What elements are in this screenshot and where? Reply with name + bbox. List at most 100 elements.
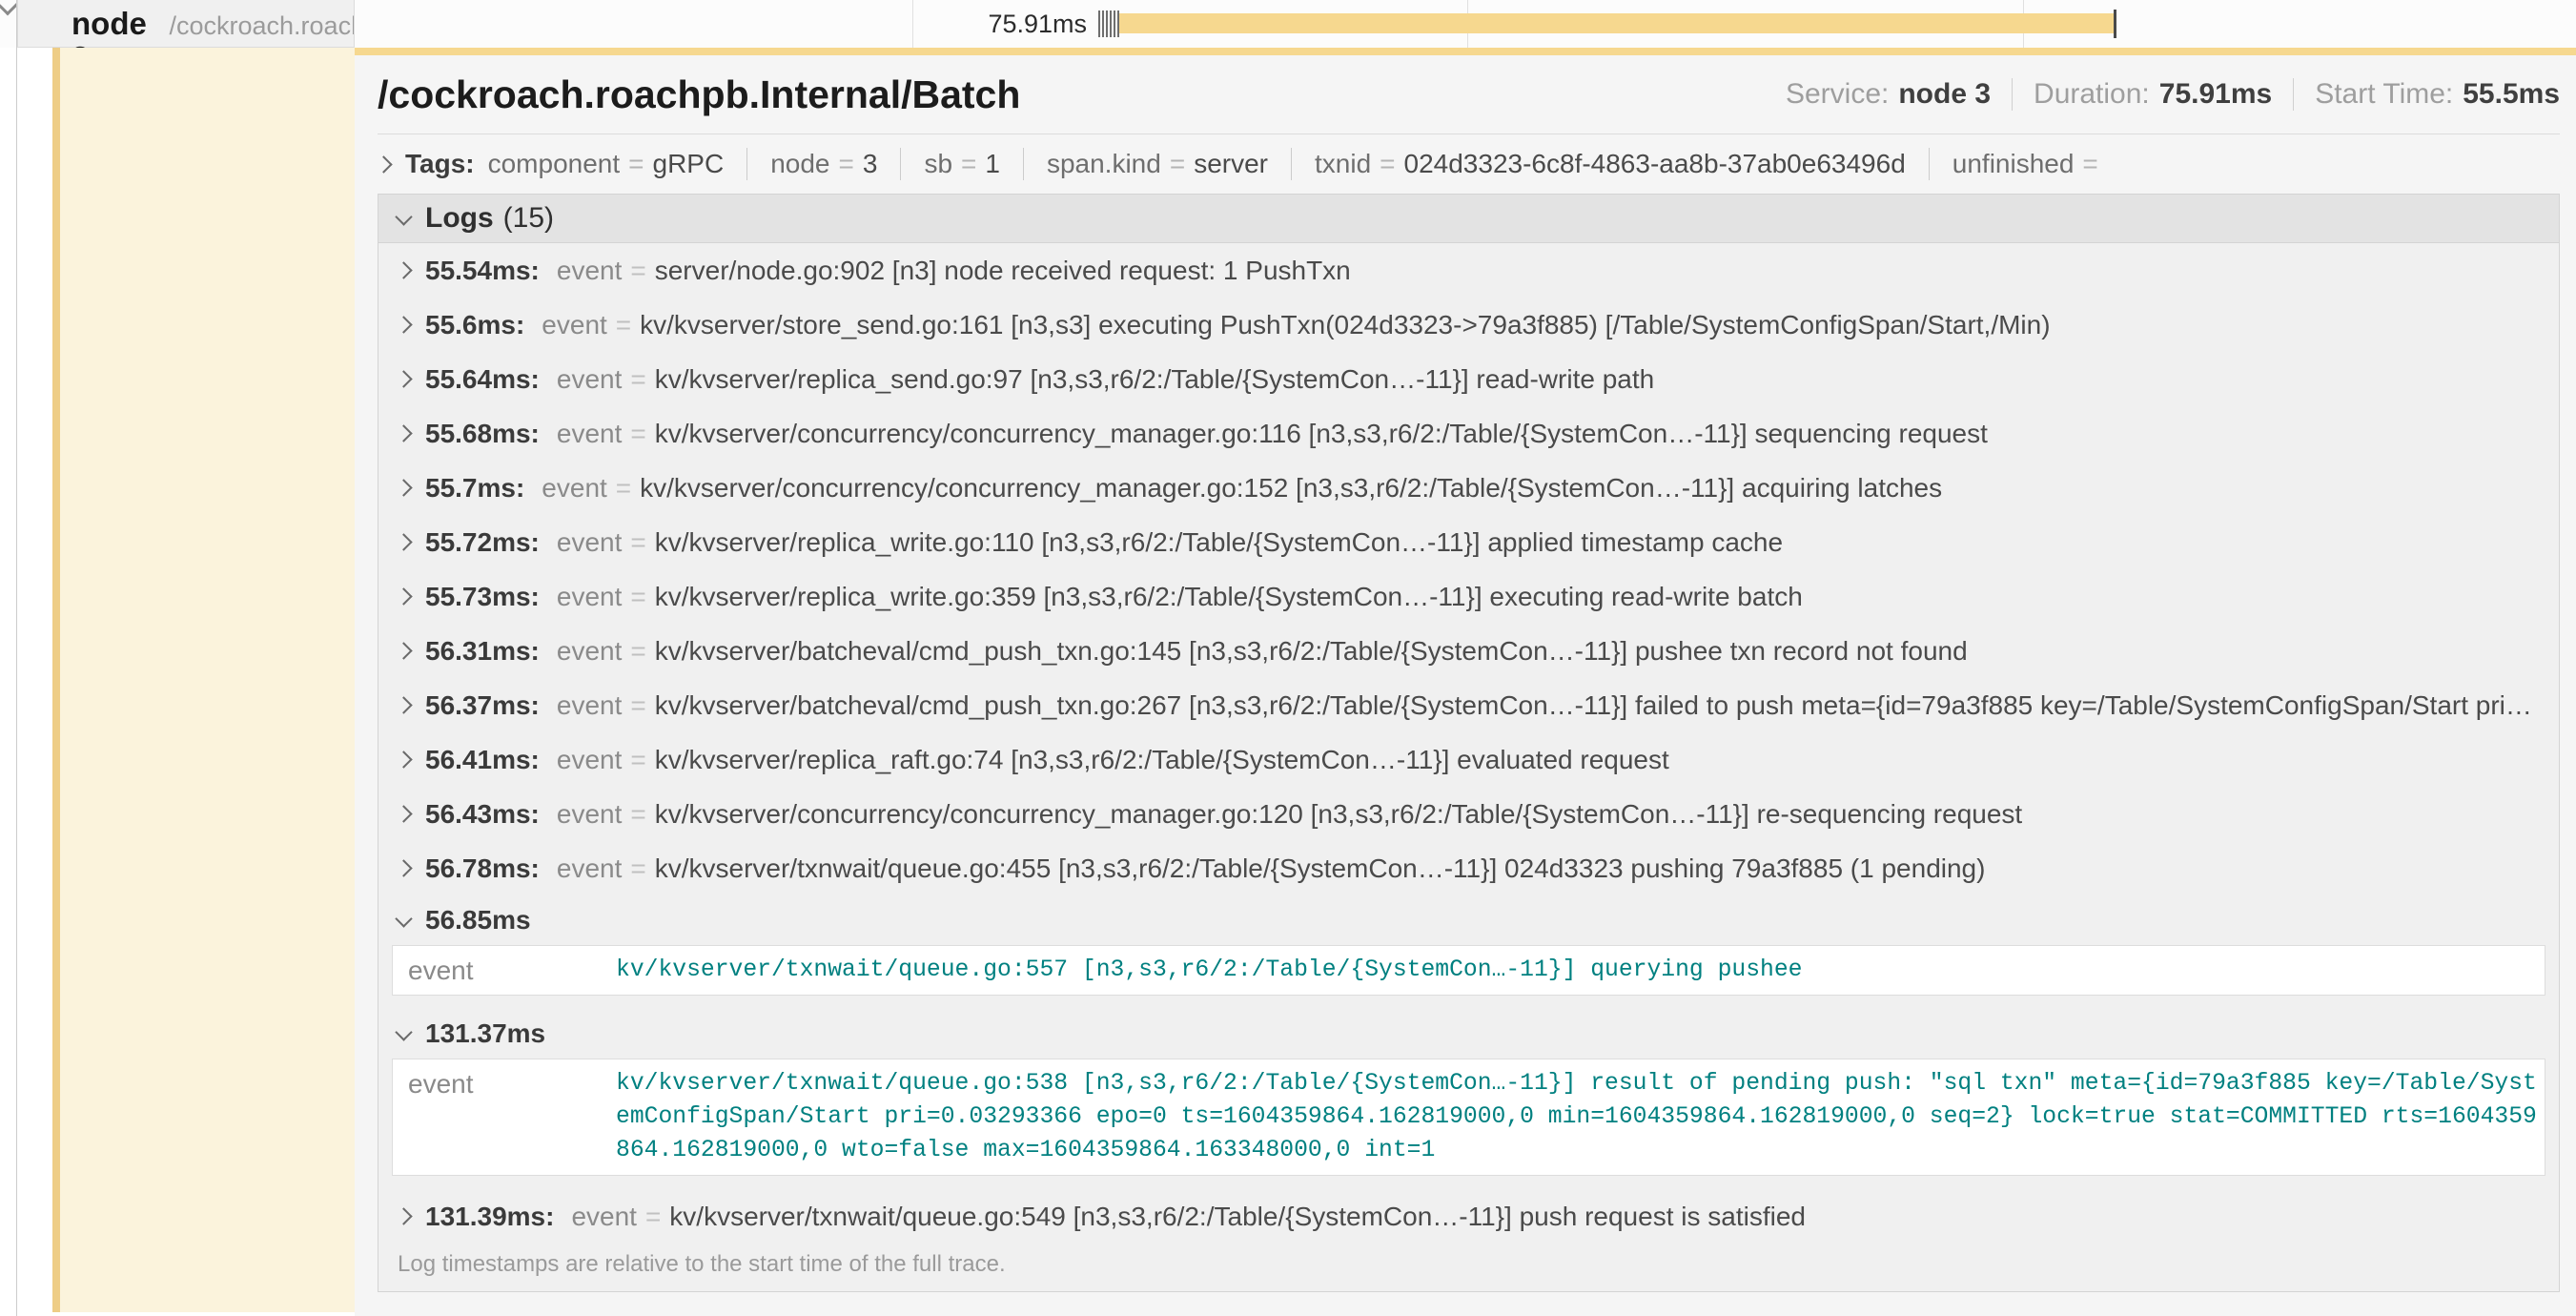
log-field-value: server/node.go:902 [n3] node received re…	[655, 256, 2540, 286]
log-field-value: kv/kvserver/replica_write.go:359 [n3,s3,…	[655, 582, 2540, 612]
log-row[interactable]: 56.37ms: event = kv/kvserver/batcheval/c…	[378, 678, 2559, 732]
span-operation-name: /cockroach.roach…	[169, 10, 354, 42]
log-timestamp: 131.37ms	[425, 1018, 545, 1049]
equals-sign: =	[630, 256, 645, 286]
span-duration-label: 75.91ms	[887, 10, 1087, 39]
span-name-cell[interactable]: node 3 /cockroach.roach…	[17, 0, 355, 48]
log-row[interactable]: 56.43ms: event = kv/kvserver/concurrency…	[378, 787, 2559, 841]
log-timestamp: 55.54ms:	[425, 256, 540, 286]
span-detail-header: /cockroach.roachpb.Internal/Batch Servic…	[378, 55, 2560, 134]
equals-sign: =	[616, 310, 631, 340]
chevron-down-icon	[395, 910, 412, 927]
span-row: node 3 /cockroach.roach… 75.91ms	[0, 0, 2576, 48]
equals-sign: =	[616, 473, 631, 504]
equals-sign: =	[630, 745, 645, 775]
log-row-expanded-header[interactable]: 131.37ms	[378, 1009, 2559, 1059]
duration-value: 75.91ms	[2159, 78, 2272, 111]
log-field-key: event	[557, 745, 623, 775]
log-marker-tick	[1110, 10, 1112, 37]
tags-section[interactable]: Tags: component = gRPC node = 3 sb = 1 s…	[378, 134, 2560, 194]
equals-sign: =	[630, 364, 645, 395]
log-field-value: kv/kvserver/batcheval/cmd_push_txn.go:26…	[655, 690, 2540, 721]
tag-item[interactable]: sb = 1	[924, 149, 1000, 179]
tag-item[interactable]: node = 3	[770, 149, 877, 179]
log-timestamp: 56.31ms:	[425, 636, 540, 667]
log-row-expanded: 56.85ms event kv/kvserver/txnwait/queue.…	[378, 895, 2559, 996]
log-field-value: kv/kvserver/replica_write.go:110 [n3,s3,…	[655, 527, 2540, 558]
log-field-value: kv/kvserver/replica_raft.go:74 [n3,s3,r6…	[655, 745, 2540, 775]
log-field-key: event	[542, 473, 607, 504]
chevron-right-icon	[395, 261, 412, 278]
log-timestamp: 56.85ms	[425, 905, 531, 936]
log-field-key: event	[557, 853, 623, 884]
tag-item[interactable]: span.kind = server	[1047, 149, 1268, 179]
logs-header[interactable]: Logs (15)	[378, 195, 2559, 243]
log-row[interactable]: 56.78ms: event = kv/kvserver/txnwait/que…	[378, 841, 2559, 895]
start-time-label: Start Time:	[2315, 78, 2453, 111]
meta-divider	[2293, 78, 2294, 111]
chevron-right-icon	[395, 1207, 412, 1224]
log-row[interactable]: 55.7ms: event = kv/kvserver/concurrency/…	[378, 461, 2559, 515]
tag-divider	[1929, 148, 1930, 180]
selected-row-highlight[interactable]	[60, 48, 355, 1312]
log-row[interactable]: 55.68ms: event = kv/kvserver/concurrency…	[378, 406, 2559, 461]
log-field-value: kv/kvserver/batcheval/cmd_push_txn.go:14…	[655, 636, 2540, 667]
tag-item[interactable]: txnid = 024d3323-6c8f-4863-aa8b-37ab0e63…	[1315, 149, 1906, 179]
log-field-key: event	[571, 1202, 637, 1232]
log-field-key: event	[557, 419, 623, 449]
chevron-right-icon	[395, 859, 412, 876]
service-value: node 3	[1898, 78, 1991, 111]
log-row-expanded-header[interactable]: 56.85ms	[378, 895, 2559, 945]
log-timestamp: 56.37ms:	[425, 690, 540, 721]
log-field-key: event	[557, 799, 623, 830]
tag-key: txnid	[1315, 149, 1371, 179]
log-field-value: kv/kvserver/store_send.go:161 [n3,s3] ex…	[640, 310, 2540, 340]
span-duration-bar[interactable]	[1119, 13, 2114, 33]
tag-divider	[746, 148, 747, 180]
tag-value: 3	[863, 149, 878, 179]
log-row[interactable]: 55.54ms: event = server/node.go:902 [n3]…	[378, 243, 2559, 298]
log-row[interactable]: 55.72ms: event = kv/kvserver/replica_wri…	[378, 515, 2559, 569]
tag-key: component	[488, 149, 621, 179]
log-row[interactable]: 55.64ms: event = kv/kvserver/replica_sen…	[378, 352, 2559, 406]
tag-item[interactable]: unfinished =	[1952, 149, 2107, 179]
equals-sign: =	[1170, 149, 1185, 179]
log-row[interactable]: 56.31ms: event = kv/kvserver/batcheval/c…	[378, 624, 2559, 678]
tag-divider	[1291, 148, 1292, 180]
chevron-right-icon	[395, 805, 412, 822]
log-field-value: kv/kvserver/txnwait/queue.go:455 [n3,s3,…	[655, 853, 2540, 884]
log-timestamp: 131.39ms:	[425, 1202, 554, 1232]
log-field-value: kv/kvserver/concurrency/concurrency_mana…	[655, 419, 2540, 449]
chevron-right-icon	[395, 424, 412, 442]
log-row[interactable]: 56.41ms: event = kv/kvserver/replica_raf…	[378, 732, 2559, 787]
meta-divider	[2012, 78, 2013, 111]
start-time-value: 55.5ms	[2463, 78, 2560, 111]
log-field-key: event	[557, 256, 623, 286]
log-timestamp: 55.73ms:	[425, 582, 540, 612]
chevron-right-icon	[395, 587, 412, 605]
log-timestamp: 55.7ms:	[425, 473, 524, 504]
chevron-right-icon	[395, 316, 412, 333]
log-row[interactable]: 55.73ms: event = kv/kvserver/replica_wri…	[378, 569, 2559, 624]
log-timestamp: 56.41ms:	[425, 745, 540, 775]
log-field-key: event	[557, 636, 623, 667]
chevron-right-icon	[395, 696, 412, 713]
tag-value: server	[1194, 149, 1268, 179]
log-timestamp: 55.64ms:	[425, 364, 540, 395]
equals-sign: =	[630, 636, 645, 667]
log-marker-tick	[1114, 10, 1115, 37]
equals-sign: =	[961, 149, 976, 179]
equals-sign: =	[628, 149, 644, 179]
service-color-bar	[52, 48, 60, 1312]
equals-sign: =	[630, 799, 645, 830]
log-row[interactable]: 131.39ms: event = kv/kvserver/txnwait/qu…	[378, 1189, 2559, 1244]
equals-sign: =	[2082, 149, 2097, 179]
tags-list: component = gRPC node = 3 sb = 1 span.ki…	[488, 148, 2107, 180]
logs-section: Logs (15) 55.54ms: event = server/node.g…	[378, 194, 2560, 1292]
log-field-key: event	[542, 310, 607, 340]
log-row[interactable]: 55.6ms: event = kv/kvserver/store_send.g…	[378, 298, 2559, 352]
log-field-value: kv/kvserver/concurrency/concurrency_mana…	[640, 473, 2540, 504]
equals-sign: =	[1380, 149, 1395, 179]
tag-item[interactable]: component = gRPC	[488, 149, 725, 179]
log-marker-tick	[1098, 10, 1100, 37]
